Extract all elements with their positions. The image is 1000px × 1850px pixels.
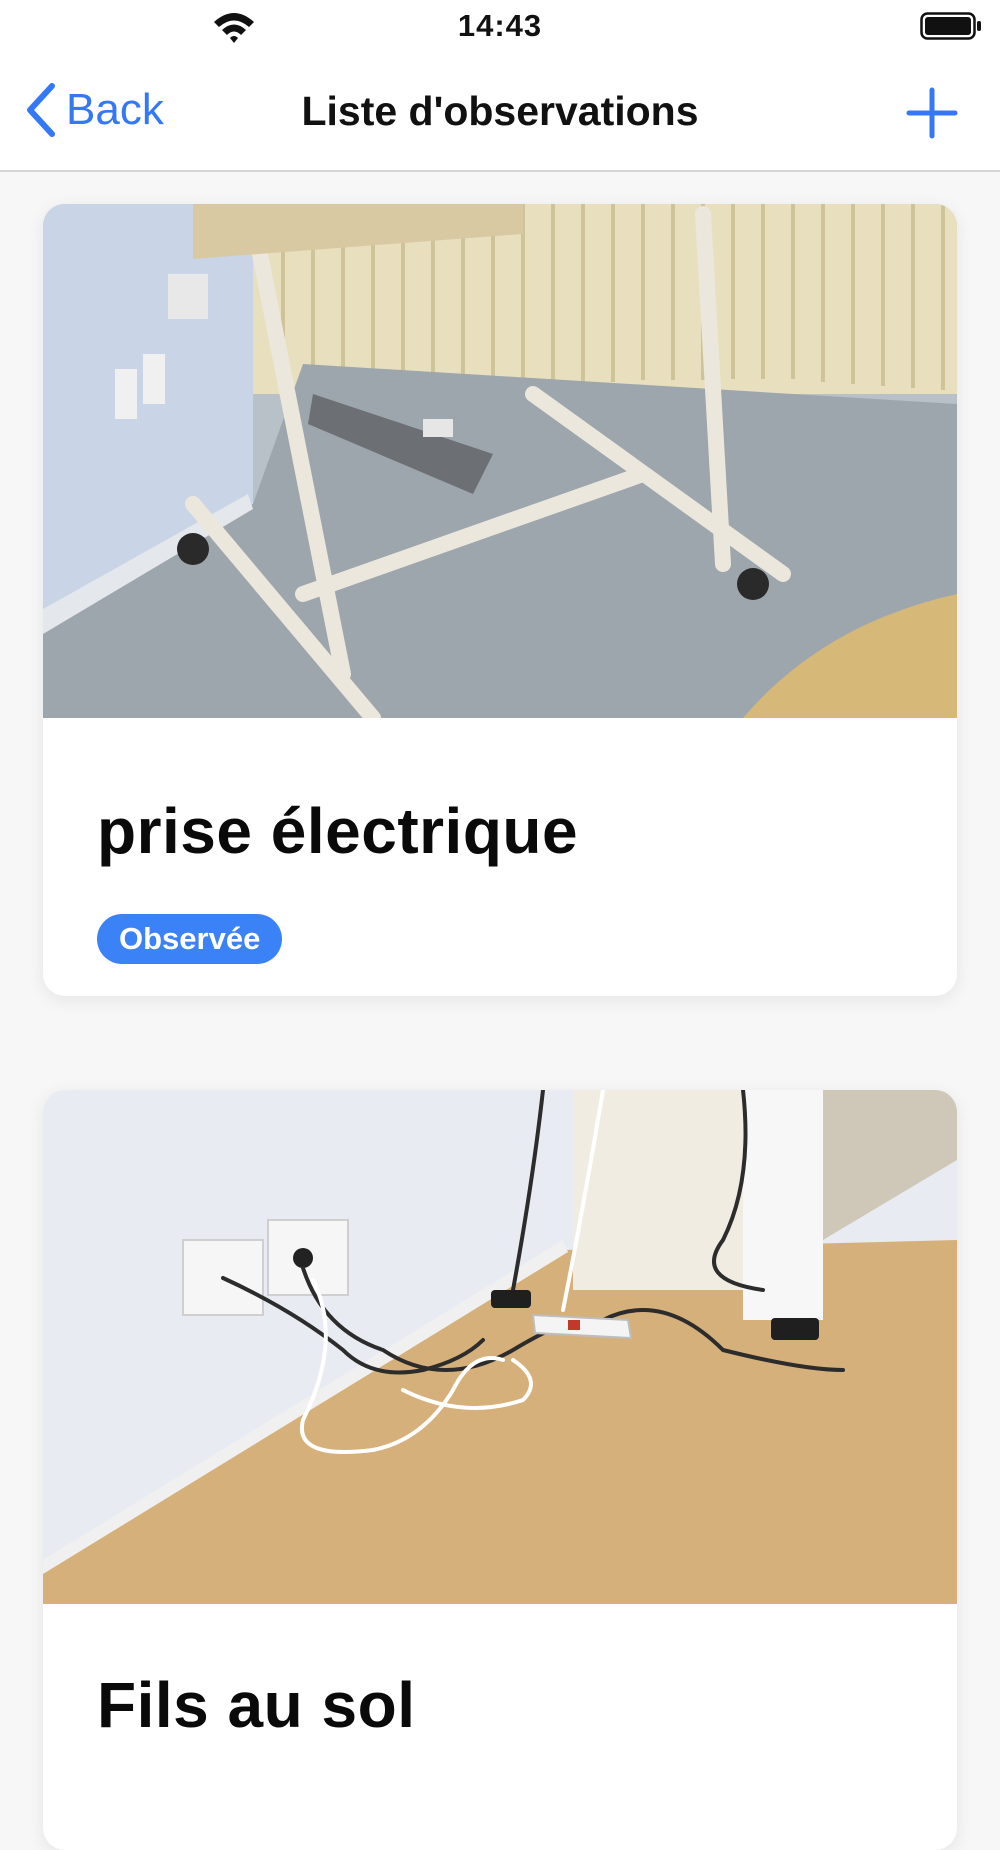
status-bar: 14:43 [0,0,1000,52]
plus-icon[interactable] [906,87,958,139]
battery-icon [920,12,981,40]
observation-title: prise électrique [97,795,579,867]
page-title: Liste d'observations [301,88,699,134]
observation-card[interactable]: Fils au sol [43,1090,957,1850]
status-time: 14:43 [457,8,543,43]
navigation-bar: Back Liste d'observations [0,52,1000,172]
observation-card[interactable]: prise électrique Observée [43,204,957,996]
observation-photo [43,1090,957,1604]
observation-photo [43,204,957,718]
observation-title: Fils au sol [97,1669,416,1741]
status-badge: Observée [97,914,283,964]
